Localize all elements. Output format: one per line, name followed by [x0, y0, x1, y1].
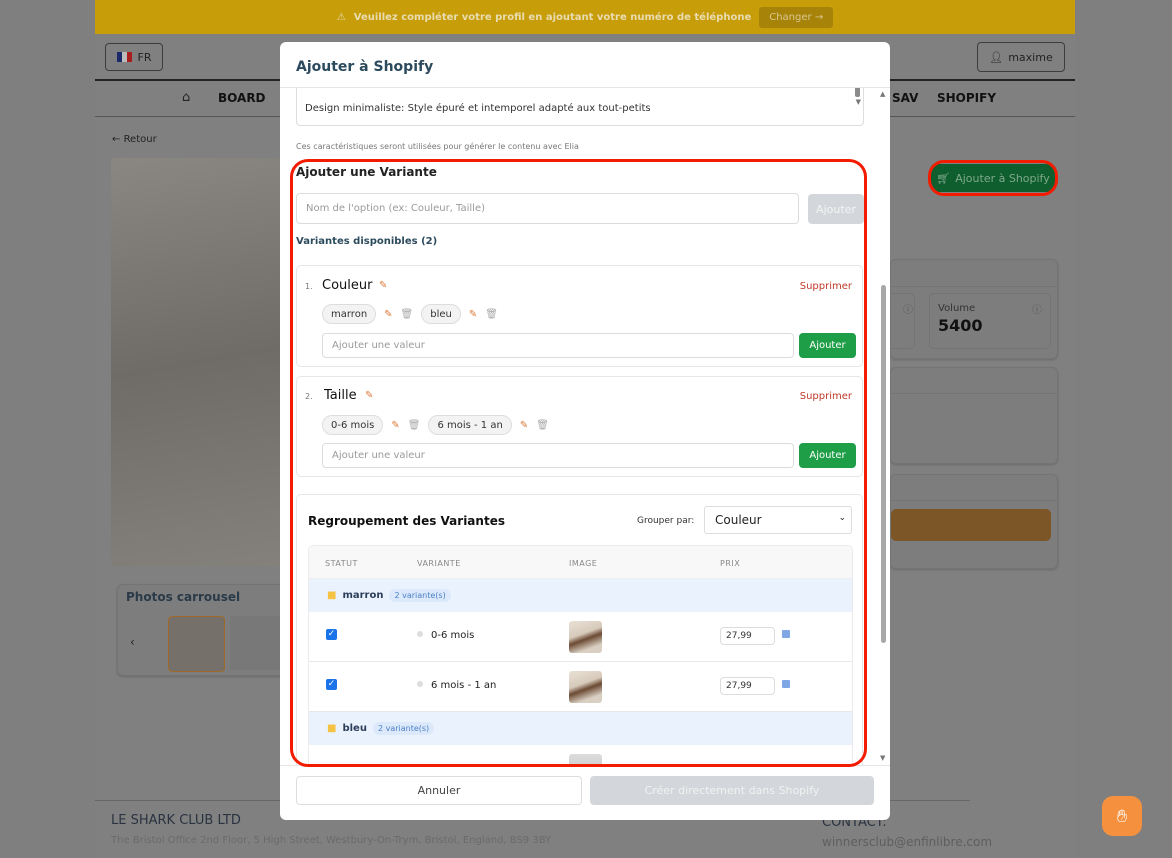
create-in-shopify-button[interactable]: Créer directement dans Shopify [590, 776, 874, 805]
folder-icon: ■ [327, 723, 337, 734]
wave-hand-icon: ✋︎ [1116, 805, 1128, 827]
trash-icon[interactable]: 🗑︎ [485, 309, 498, 320]
table-row [309, 745, 852, 765]
trash-icon[interactable]: 🗑︎ [536, 420, 549, 431]
carousel-prev-icon[interactable]: ‹ [130, 635, 135, 649]
available-variants-label: Variantes disponibles (2) [296, 236, 438, 247]
carousel-card: Photos carrousel ‹ [117, 584, 288, 676]
add-option-button[interactable]: Ajouter [808, 194, 864, 224]
scroll-down-icon: ▼ [855, 98, 861, 106]
cancel-button[interactable]: Annuler [296, 776, 582, 805]
table-row: ✓ 6 mois - 1 an 27,99 [309, 662, 852, 712]
stats-card: ⓘ Volume 5400 ⓘ [890, 259, 1058, 359]
add-to-shopify-modal: Ajouter à Shopify Design minimaliste: St… [280, 42, 890, 820]
modal-body: Design minimaliste: Style épuré et intem… [280, 88, 890, 765]
status-checkbox[interactable]: ✓ [326, 679, 337, 690]
footer-email[interactable]: winnersclub@enfinlibre.com [822, 835, 992, 849]
footer-company: LE SHARK CLUB LTD [111, 813, 241, 828]
edit-pencil-icon[interactable]: ✎ [520, 420, 528, 431]
user-icon: 👤︎ [989, 50, 1004, 64]
variant-image[interactable] [569, 671, 602, 703]
trash-icon[interactable]: 🗑︎ [401, 309, 414, 320]
variant-image[interactable] [569, 621, 602, 653]
edit-pencil-icon[interactable]: ✎ [384, 309, 392, 320]
carousel-thumb[interactable] [168, 616, 225, 672]
option-card-couleur: 1. Couleur ✎ Supprimer marron ✎ 🗑︎ bleu ✎ 🗑︎… [296, 265, 863, 367]
info-card [890, 367, 1058, 464]
delete-option-button[interactable]: Supprimer [800, 281, 852, 292]
home-icon[interactable]: ⌂ [182, 90, 190, 105]
add-value-input[interactable]: Ajouter une valeur [322, 443, 794, 468]
edit-pencil-icon[interactable]: ✎ [365, 390, 373, 401]
trash-icon[interactable]: 🗑︎ [408, 420, 421, 431]
hint-text: Ces caractéristiques seront utilisées po… [296, 142, 579, 151]
chevron-down-icon: ⌄ [838, 513, 846, 523]
variant-image[interactable] [569, 754, 602, 765]
variant-count-badge: 2 variante(s) [372, 722, 435, 735]
help-icon: ⓘ [903, 305, 913, 316]
nav-shopify[interactable]: SHOPIFY [937, 91, 996, 105]
variant-section-title: Ajouter une Variante [296, 165, 437, 179]
banner-text: Veuillez compléter votre profil en ajout… [353, 11, 752, 23]
delete-option-button[interactable]: Supprimer [800, 391, 852, 402]
grouping-title: Regroupement des Variantes [308, 514, 505, 528]
value-chip: marron [322, 304, 377, 324]
add-value-input[interactable]: Ajouter une valeur [322, 333, 794, 358]
table-header: STATUT VARIANTE IMAGE PRIX [309, 546, 852, 579]
product-image [111, 158, 281, 566]
group-row-bleu[interactable]: ■ bleu 2 variante(s) [309, 712, 852, 745]
add-value-button[interactable]: Ajouter [799, 443, 856, 468]
price-input[interactable]: 27,99 [720, 677, 775, 695]
group-by-select[interactable]: Couleur ⌄ [704, 506, 852, 534]
scroll-down-icon[interactable]: ▼ [880, 754, 885, 762]
option-name: Taille [324, 388, 357, 403]
variant-count-badge: 2 variante(s) [389, 589, 451, 602]
group-row-marron[interactable]: ■ marron 2 variante(s) [309, 579, 852, 612]
save-icon[interactable] [782, 680, 790, 688]
orange-action-button[interactable] [891, 509, 1051, 541]
help-icon: ⓘ [1032, 305, 1042, 316]
modal-footer: Annuler Créer directement dans Shopify [280, 765, 890, 820]
warning-icon: ⚠ [336, 11, 346, 23]
action-card [890, 474, 1058, 569]
flag-fr-icon [116, 52, 133, 62]
value-chip: 0-6 mois [322, 415, 384, 435]
price-input[interactable]: 27,99 [720, 627, 775, 645]
add-to-shopify-button[interactable]: 🛒︎ Ajouter à Shopify [930, 164, 1056, 192]
nav-board[interactable]: BOARD [218, 91, 266, 105]
value-chip: 6 mois - 1 an [428, 415, 512, 435]
folder-icon: ■ [327, 590, 337, 601]
edit-pencil-icon[interactable]: ✎ [469, 309, 477, 320]
value-chip: bleu [421, 304, 461, 324]
scroll-up-icon[interactable]: ▲ [880, 90, 885, 98]
status-checkbox[interactable]: ✓ [326, 629, 337, 640]
user-button[interactable]: 👤︎ maxime [977, 42, 1065, 72]
modal-scrollbar[interactable] [881, 285, 886, 643]
edit-pencil-icon[interactable]: ✎ [391, 420, 399, 431]
footer-address: The Bristol Office 2nd Floor, 5 High Str… [111, 835, 552, 846]
nav-sav[interactable]: SAV [892, 91, 918, 105]
cart-icon: 🛒︎ [936, 171, 951, 185]
variants-table: STATUT VARIANTE IMAGE PRIX ■ marron 2 vari… [308, 545, 853, 765]
profile-banner: ⚠ Veuillez compléter votre profil en ajo… [95, 0, 1075, 34]
back-link[interactable]: ← Retour [112, 134, 157, 145]
edit-pencil-icon[interactable]: ✎ [379, 280, 387, 291]
characteristics-textarea[interactable]: Design minimaliste: Style épuré et intem… [296, 88, 864, 126]
option-card-taille: 2. Taille ✎ Supprimer 0-6 mois ✎ 🗑︎ 6 mois… [296, 376, 863, 477]
change-button[interactable]: Changer → [759, 6, 834, 28]
option-name: Couleur [322, 278, 373, 293]
language-button[interactable]: FR [105, 43, 163, 71]
option-name-input[interactable]: Nom de l'option (ex: Couleur, Taille) [296, 193, 799, 224]
table-row: ✓ 0-6 mois 27,99 [309, 612, 852, 662]
grouping-card: Regroupement des Variantes Grouper par: … [296, 494, 863, 765]
save-icon[interactable] [782, 630, 790, 638]
textarea-scrollbar[interactable] [855, 88, 860, 97]
chat-widget-button[interactable]: ✋︎ [1102, 796, 1142, 836]
modal-title: Ajouter à Shopify [280, 42, 890, 88]
add-value-button[interactable]: Ajouter [799, 333, 856, 358]
